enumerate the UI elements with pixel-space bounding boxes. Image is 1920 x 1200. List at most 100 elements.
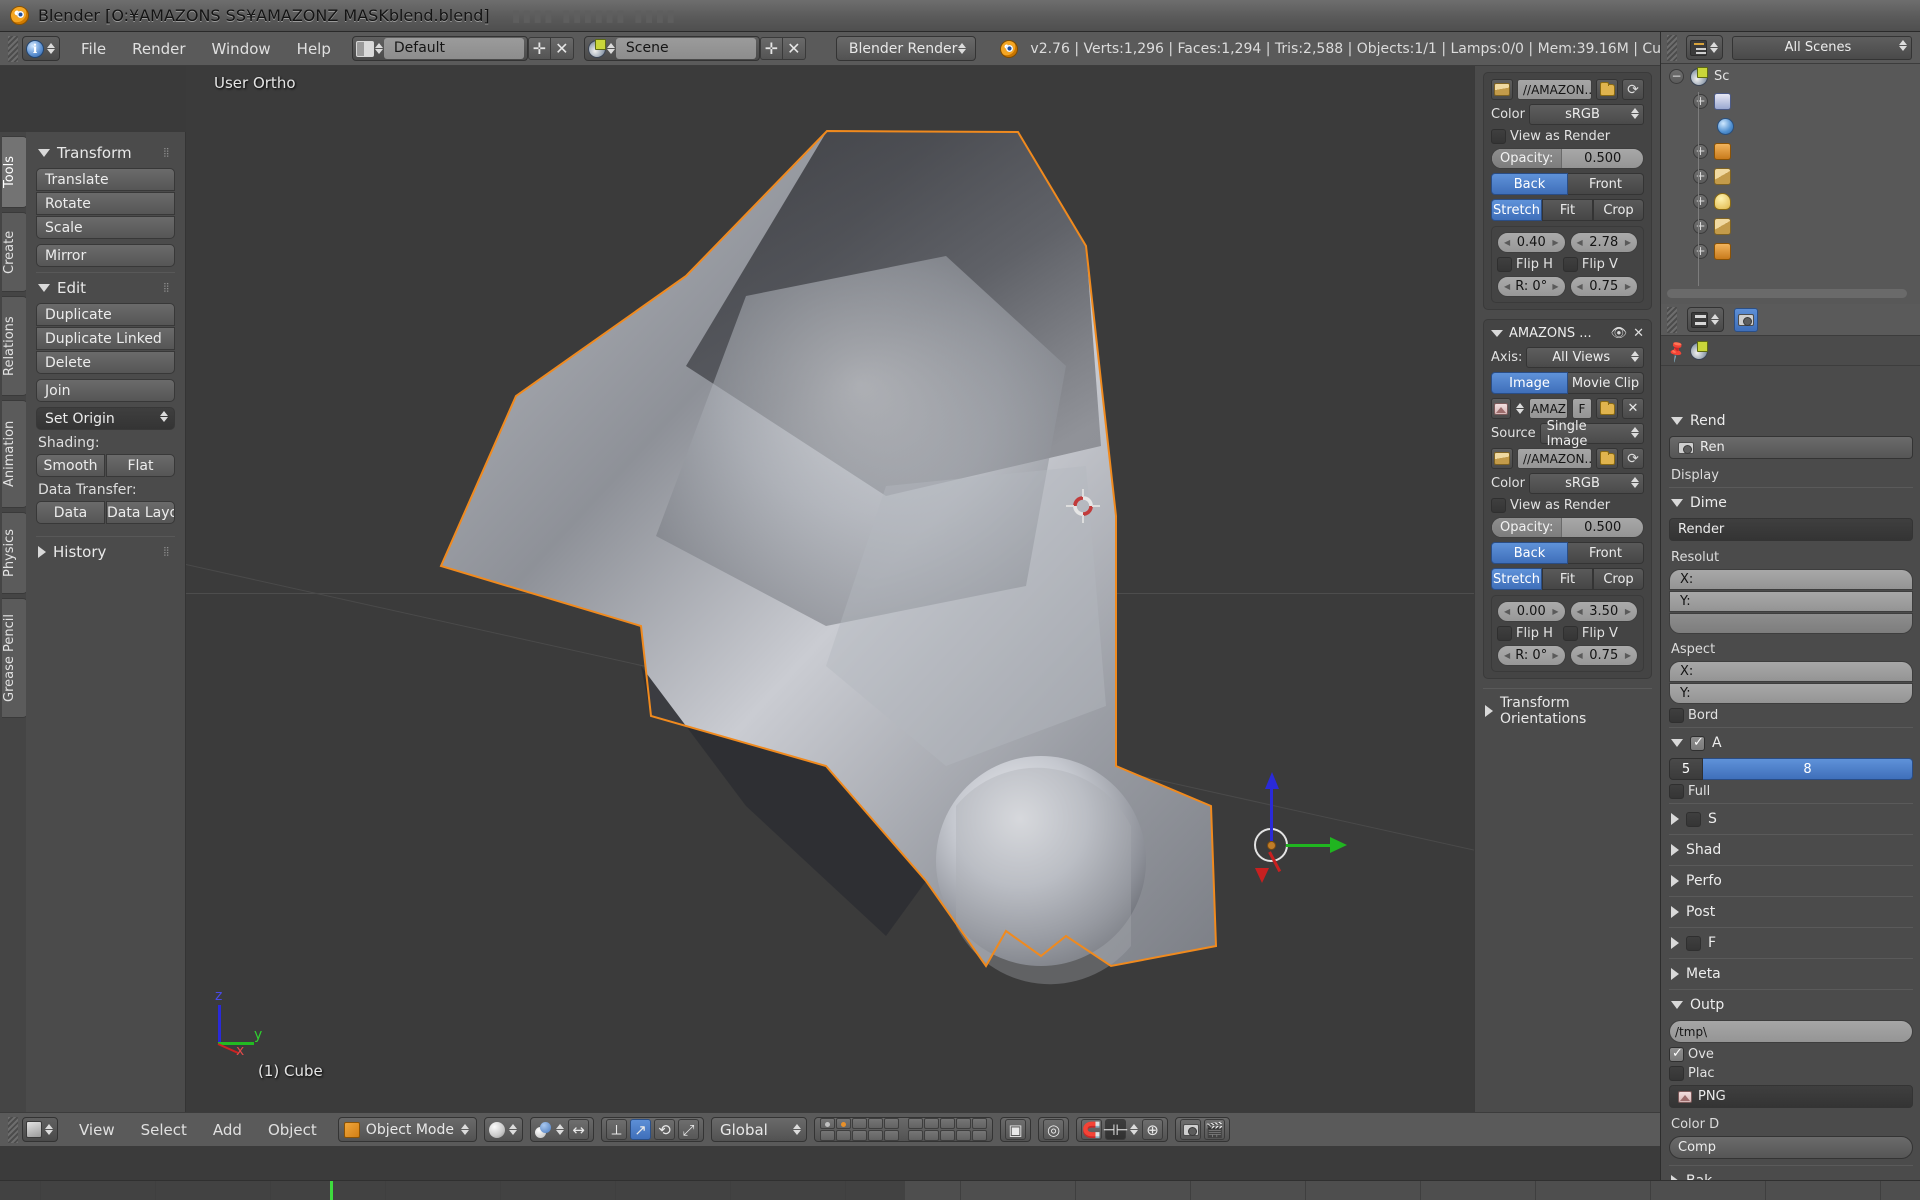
image-path-field-2[interactable]: //AMAZON... (1517, 448, 1592, 469)
fit-stretch-button-2[interactable]: Stretch (1491, 568, 1542, 590)
data-transfer-button[interactable]: Data (36, 501, 105, 524)
proportional-edit-icon[interactable]: ◎ (1043, 1119, 1064, 1140)
fake-user-button[interactable]: F (1572, 398, 1592, 419)
timeline-editor[interactable] (0, 1180, 1920, 1200)
resolution-x-field[interactable]: X: (1669, 569, 1913, 590)
axis-dropdown[interactable]: All Views (1526, 347, 1644, 368)
sidebar-item-relations[interactable]: Relations (2, 296, 28, 396)
sidebar-item-physics[interactable]: Physics (2, 512, 28, 594)
panel-header-metadata[interactable]: Meta (1669, 958, 1913, 989)
color-space-dropdown-2[interactable]: sRGB (1528, 473, 1644, 494)
output-path-field[interactable]: /tmp\ (1669, 1020, 1913, 1043)
scene-layers-widget[interactable] (814, 1117, 993, 1142)
interaction-mode-selector[interactable]: Object Mode (337, 1117, 477, 1142)
overwrite-checkbox[interactable] (1669, 1046, 1684, 1062)
color-space-dropdown[interactable]: sRGB (1528, 104, 1644, 125)
source-movieclip-button[interactable]: Movie Clip (1568, 372, 1644, 394)
menu-object[interactable]: Object (255, 1113, 330, 1147)
opacity-row[interactable]: Opacity: 0.500 (1491, 148, 1644, 169)
header-grip[interactable] (1667, 306, 1677, 333)
transform-orientation-selector[interactable]: Global (711, 1117, 807, 1142)
outliner-row-render[interactable]: + (1661, 89, 1920, 114)
manipulator-arrow-y[interactable] (1330, 837, 1347, 853)
manipulator-axes-icon[interactable]: ⟂ (606, 1119, 627, 1140)
outliner-row-material[interactable]: + (1661, 239, 1920, 264)
fit-fit-button-2[interactable]: Fit (1542, 568, 1593, 590)
file-format-dropdown[interactable]: PNG (1669, 1085, 1913, 1108)
rotate-manipulator-icon[interactable]: ⟲ (654, 1119, 675, 1140)
layer-6[interactable] (908, 1118, 923, 1129)
side-front-button-2[interactable]: Front (1568, 542, 1644, 564)
side-back-button-2[interactable]: Back (1491, 542, 1568, 564)
view-as-render-row-2[interactable]: View as Render (1491, 498, 1644, 513)
view-as-render-checkbox-2[interactable] (1491, 498, 1506, 513)
layer-11[interactable] (820, 1130, 835, 1141)
outliner-row-scene[interactable]: − Sc (1661, 64, 1920, 89)
offset-x-field[interactable]: 0.40 (1497, 232, 1566, 253)
placeholders-row[interactable]: Plac (1669, 1066, 1913, 1081)
aspect-y-field[interactable]: Y: (1669, 683, 1913, 704)
transform-manipulator[interactable] (1214, 766, 1347, 886)
placeholders-checkbox[interactable] (1669, 1066, 1684, 1081)
aa-samples-5[interactable]: 5 (1669, 758, 1703, 780)
rotation-field-2[interactable]: R: 0° (1497, 645, 1566, 666)
open-folder-icon[interactable] (1596, 398, 1618, 419)
collapse-icon[interactable]: − (1669, 69, 1684, 84)
layer-10[interactable] (972, 1118, 987, 1129)
viewport-shading-selector[interactable] (484, 1117, 523, 1142)
sidebar-item-create[interactable]: Create (2, 212, 28, 292)
layer-20[interactable] (972, 1130, 987, 1141)
header-grip[interactable] (8, 35, 18, 62)
delete-screen-layout-button[interactable]: ✕ (550, 37, 574, 60)
render-animation-icon[interactable]: 🎬 (1204, 1119, 1225, 1140)
panel-header-performance[interactable]: Perfo (1669, 865, 1913, 896)
layer-18[interactable] (940, 1130, 955, 1141)
opacity-row-2[interactable]: Opacity: 0.500 (1491, 517, 1644, 538)
render-properties-tab-icon[interactable] (1734, 307, 1758, 332)
header-grip[interactable] (8, 1116, 18, 1143)
duplicate-linked-button[interactable]: Duplicate Linked (36, 327, 175, 350)
aspect-x-field[interactable]: X: (1669, 661, 1913, 682)
flip-v-checkbox[interactable] (1562, 257, 1578, 272)
panel-header-render[interactable]: Rend (1669, 406, 1913, 436)
bg-image-panel-header[interactable]: AMAZONS ... 👁 ✕ (1491, 326, 1644, 341)
flip-v-checkbox-2[interactable] (1562, 626, 1578, 641)
full-sample-row[interactable]: Full (1669, 784, 1913, 799)
add-scene-button[interactable]: ✛ (759, 37, 783, 60)
outliner-row-mesh-data[interactable]: + (1661, 214, 1920, 239)
magnet-icon[interactable]: 🧲 (1081, 1119, 1102, 1140)
3d-viewport[interactable]: User Ortho (1) Cube z y x Tools Create R… (0, 66, 1660, 1146)
menu-select[interactable]: Select (128, 1113, 200, 1147)
panel-header-output[interactable]: Outp (1669, 989, 1913, 1020)
size-field[interactable]: 0.75 (1569, 276, 1638, 297)
sidebar-item-grease-pencil[interactable]: Grease Pencil (2, 598, 28, 718)
size-field-2[interactable]: 0.75 (1569, 645, 1638, 666)
open-folder-icon[interactable] (1596, 79, 1618, 100)
data-layout-transfer-button[interactable]: Data Layo (106, 501, 175, 524)
drag-grip-icon[interactable]: ⣿ (163, 548, 175, 557)
render-image-button[interactable]: Ren (1669, 436, 1913, 459)
duplicate-button[interactable]: Duplicate (36, 303, 175, 326)
outliner-row-cube[interactable]: + (1661, 164, 1920, 189)
screen-layout-name[interactable]: Default (383, 38, 524, 59)
menu-view[interactable]: View (66, 1113, 128, 1147)
pin-icon[interactable]: 📌 (1664, 338, 1690, 363)
offset-y-field-2[interactable]: 3.50 (1569, 601, 1638, 622)
outliner-editor[interactable]: − Sc + + + + + + (1661, 64, 1920, 304)
sidebar-item-animation[interactable]: Animation (2, 400, 28, 508)
shade-flat-button[interactable]: Flat (106, 454, 175, 477)
pivot-point-selector[interactable]: ↔ (530, 1117, 594, 1142)
freestyle-checkbox[interactable] (1686, 935, 1701, 951)
outliner-display-mode[interactable]: All Scenes (1732, 35, 1912, 60)
manipulator-axis-z[interactable] (1270, 786, 1273, 841)
editor-type-selector-outliner[interactable] (1686, 35, 1723, 60)
layer-3[interactable] (852, 1118, 867, 1129)
refresh-icon[interactable]: ⟳ (1622, 79, 1644, 100)
expand-icon[interactable]: + (1693, 169, 1708, 184)
full-sample-checkbox[interactable] (1669, 784, 1684, 799)
menu-file[interactable]: File (68, 32, 119, 66)
render-image-icon[interactable] (1180, 1119, 1201, 1140)
snap-target-icon[interactable]: ⊣⊢ (1102, 1119, 1129, 1140)
layer-17[interactable] (924, 1130, 939, 1141)
expand-icon[interactable]: + (1693, 219, 1708, 234)
